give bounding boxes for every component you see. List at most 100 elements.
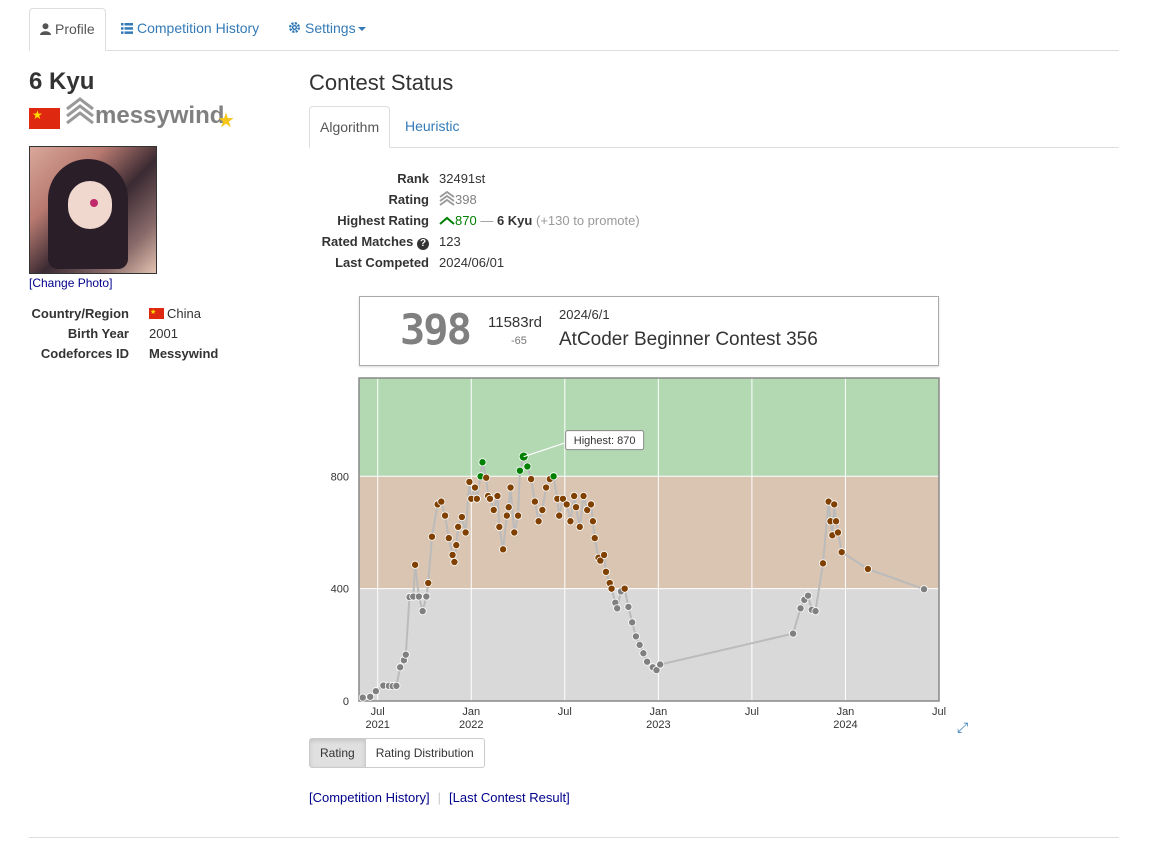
rating-band	[359, 378, 939, 477]
latest-contest-name[interactable]: AtCoder Beginner Contest 356	[559, 329, 818, 351]
rating-point	[514, 511, 523, 520]
info-key: Country/Region	[31, 306, 130, 321]
chart-toggle: Rating Rating Distribution	[309, 738, 485, 768]
rating-point	[441, 511, 450, 520]
rating-band	[359, 588, 939, 701]
rating-point	[837, 548, 846, 557]
rating-point	[427, 532, 436, 541]
avatar	[29, 146, 157, 274]
rating-point	[804, 591, 813, 600]
rating-point	[527, 475, 536, 484]
rating-point	[628, 618, 637, 627]
rating-point	[523, 462, 532, 471]
x-tick-label: Jul	[371, 706, 385, 718]
x-tick-label: Jul	[932, 706, 946, 718]
rating-point	[613, 604, 622, 613]
rating-button[interactable]: Rating	[309, 738, 366, 768]
rating-point	[631, 632, 640, 641]
last-contest-result-link[interactable]: [Last Contest Result]	[449, 790, 570, 805]
highest-annotation: Highest: 870	[574, 435, 636, 447]
rating-point	[601, 567, 610, 576]
tab-profile[interactable]: Profile	[29, 8, 106, 51]
y-tick-label: 400	[331, 584, 349, 596]
x-tick-year: 2022	[459, 719, 483, 731]
rating-point	[530, 497, 539, 506]
rank-chevron-icon	[439, 190, 455, 206]
competition-history-link[interactable]: [Competition History]	[309, 790, 430, 805]
question-icon[interactable]: ?	[417, 238, 429, 250]
rating-point	[639, 649, 648, 658]
rating-point	[465, 477, 474, 486]
tab-competition-history[interactable]: Competition History	[111, 8, 269, 49]
china-flag-icon	[149, 307, 164, 319]
tab-profile-label: Profile	[55, 21, 95, 37]
rating-point	[555, 511, 564, 520]
caret-down-icon	[357, 27, 366, 31]
rating-chart[interactable]: 0400800Jul2021Jan2022Jul Jan2023Jul Jan202…	[309, 370, 949, 735]
info-value-codeforces[interactable]: Messywind	[149, 344, 218, 364]
info-value-birth-year: 2001	[149, 326, 178, 341]
rating-point	[518, 451, 529, 462]
change-photo-link[interactable]: [Change Photo]	[29, 276, 112, 290]
rating-point	[620, 584, 629, 593]
rating-point	[811, 607, 820, 616]
rating-point	[358, 693, 367, 702]
divider	[29, 837, 1119, 838]
star-icon: ★	[217, 110, 235, 132]
latest-rank: 11583rd	[488, 314, 542, 331]
rating-point	[643, 657, 652, 666]
rating-point	[830, 500, 839, 509]
info-row-country: Country/Region China	[29, 304, 289, 324]
username[interactable]: messywind	[95, 102, 224, 130]
info-row-birth-year: Birth Year 2001	[29, 324, 289, 344]
rating-point	[493, 491, 502, 500]
rating-point	[588, 517, 597, 526]
rating-point	[470, 483, 479, 492]
rating-point	[570, 491, 579, 500]
rating-point	[510, 528, 519, 537]
tab-settings[interactable]: Settings	[278, 8, 376, 49]
rating-point	[478, 458, 487, 467]
info-key: Birth Year	[67, 326, 129, 341]
rating-point	[566, 517, 575, 526]
rating-point	[586, 500, 595, 509]
rating-point	[920, 585, 929, 594]
expand-icon[interactable]: ⤢	[957, 719, 968, 736]
x-tick-label: Jul	[745, 706, 759, 718]
tab-algorithm[interactable]: Algorithm	[309, 106, 391, 148]
list-icon	[121, 9, 133, 49]
rating-point	[600, 550, 609, 559]
user-info: Country/Region China Birth Year 2001 Cod…	[29, 304, 289, 364]
highest-kyu: 6 Kyu	[496, 213, 533, 228]
rating-distribution-button[interactable]: Rating Distribution	[365, 738, 485, 768]
x-tick-year: 2023	[646, 719, 670, 731]
rating-point	[624, 602, 633, 611]
rating-point	[418, 607, 427, 616]
rating-point	[542, 483, 551, 492]
x-tick-year: 2021	[365, 719, 389, 731]
rating-point	[635, 640, 644, 649]
rating-point	[818, 559, 827, 568]
x-tick-label: Jan	[837, 706, 855, 718]
rating-point	[796, 604, 805, 613]
rating-point	[538, 506, 547, 515]
china-flag-icon	[29, 108, 60, 129]
user-kyu: 6 Kyu	[29, 68, 95, 95]
y-tick-label: 0	[343, 696, 349, 708]
rating-point	[485, 494, 494, 503]
rating-point	[371, 687, 380, 696]
rating-point	[444, 534, 453, 543]
stat-rating: Rating 398	[388, 190, 477, 207]
rating-point	[366, 692, 375, 701]
rating-point	[506, 483, 515, 492]
rating-point	[502, 511, 511, 520]
tab-heuristic[interactable]: Heuristic	[395, 106, 469, 147]
rating-point	[499, 545, 508, 554]
rating-value: 398	[455, 192, 477, 207]
rating-point	[549, 472, 558, 481]
user-icon	[40, 10, 51, 50]
rank-value: 32491st	[439, 171, 486, 186]
rating-point	[495, 522, 504, 531]
profile-nav: Profile Competition History Settings	[29, 8, 1119, 51]
contest-status-title: Contest Status	[309, 70, 454, 95]
